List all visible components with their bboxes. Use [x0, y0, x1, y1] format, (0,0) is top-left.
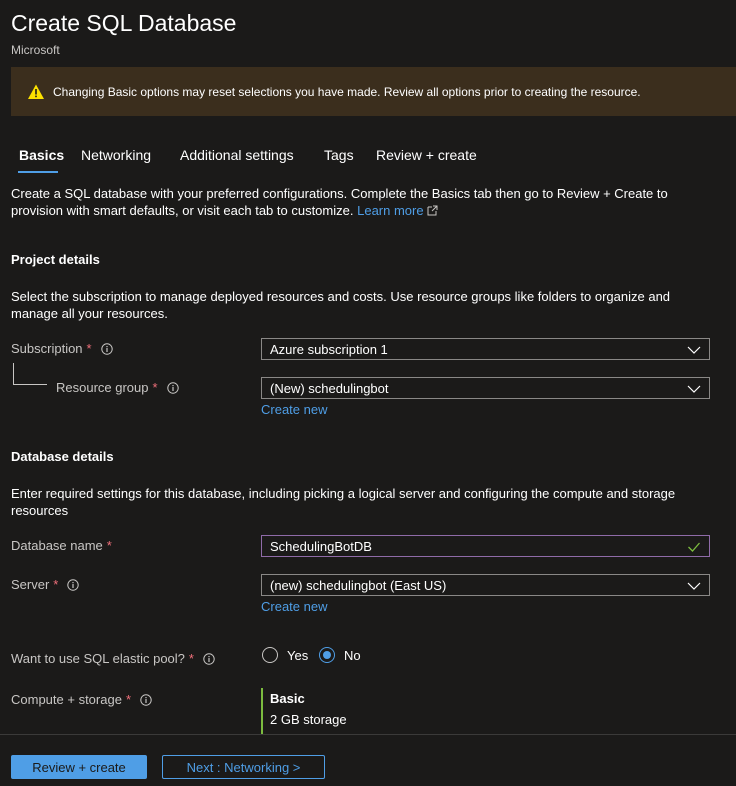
checkmark-icon — [687, 540, 701, 554]
server-dropdown[interactable]: (new) schedulingbot (East US) — [261, 574, 710, 596]
required-marker: * — [86, 341, 92, 356]
radio-no-label: No — [344, 647, 361, 663]
database-details-title: Database details — [11, 449, 114, 464]
compute-storage-label: Compute + storage * — [11, 692, 152, 707]
page-subtitle: Microsoft — [11, 43, 60, 57]
database-details-description: Enter required settings for this databas… — [11, 486, 676, 518]
footer-divider — [0, 734, 736, 735]
elastic-pool-label-text: Want to use SQL elastic pool? — [11, 651, 185, 666]
tree-connector-horizontal — [13, 384, 47, 385]
chevron-down-icon — [687, 579, 701, 593]
required-marker: * — [152, 380, 158, 395]
radio-button[interactable] — [262, 647, 278, 663]
info-icon[interactable] — [100, 342, 113, 355]
resource-group-create-new-link[interactable]: Create new — [261, 402, 327, 417]
intro-description: Create a SQL database with your preferre… — [11, 186, 668, 218]
chevron-down-icon — [687, 343, 701, 357]
tab-basics[interactable]: Basics — [19, 147, 64, 163]
review-create-button[interactable]: Review + create — [11, 755, 147, 779]
active-tab-indicator — [18, 171, 58, 173]
subscription-label-text: Subscription — [11, 341, 83, 356]
tab-tags[interactable]: Tags — [324, 147, 354, 163]
compute-indicator-bar — [261, 688, 263, 734]
compute-storage-label-text: Compute + storage — [11, 692, 122, 707]
required-marker: * — [125, 692, 131, 707]
subscription-label: Subscription * — [11, 341, 113, 356]
required-marker: * — [53, 577, 59, 592]
project-details-title: Project details — [11, 252, 100, 267]
compute-tier: Basic — [270, 691, 305, 706]
tab-networking[interactable]: Networking — [81, 147, 151, 163]
info-icon[interactable] — [67, 578, 80, 591]
database-name-label: Database name * — [11, 538, 112, 553]
resource-group-label-text: Resource group — [56, 380, 149, 395]
elastic-pool-radio-no[interactable]: No — [319, 647, 361, 663]
learn-more-link[interactable]: Learn more — [357, 203, 423, 218]
server-value: (new) schedulingbot (East US) — [270, 577, 447, 593]
chevron-down-icon — [687, 382, 701, 396]
page-title: Create SQL Database — [11, 10, 237, 36]
next-networking-button[interactable]: Next : Networking > — [162, 755, 325, 779]
resource-group-label: Resource group * — [56, 380, 179, 395]
server-label: Server * — [11, 577, 80, 592]
tab-additional-settings[interactable]: Additional settings — [180, 147, 294, 163]
info-icon[interactable] — [166, 381, 179, 394]
elastic-pool-radio-yes[interactable]: Yes — [262, 647, 308, 663]
project-details-description: Select the subscription to manage deploy… — [11, 289, 671, 321]
required-marker: * — [188, 651, 194, 666]
intro-text: Create a SQL database with your preferre… — [11, 185, 711, 219]
elastic-pool-label: Want to use SQL elastic pool? * — [11, 651, 215, 666]
subscription-dropdown[interactable]: Azure subscription 1 — [261, 338, 710, 360]
tree-connector-vertical — [13, 363, 14, 385]
resource-group-value: (New) schedulingbot — [270, 380, 389, 396]
radio-button-selected[interactable] — [319, 647, 335, 663]
server-create-new-link[interactable]: Create new — [261, 599, 327, 614]
external-link-icon — [427, 203, 438, 218]
warning-banner: Changing Basic options may reset selecti… — [11, 67, 736, 116]
required-marker: * — [106, 538, 112, 553]
tab-review-create[interactable]: Review + create — [376, 147, 477, 163]
resource-group-dropdown[interactable]: (New) schedulingbot — [261, 377, 710, 399]
radio-yes-label: Yes — [287, 647, 309, 663]
database-name-value: SchedulingBotDB — [270, 538, 372, 554]
info-icon[interactable] — [140, 693, 152, 706]
warning-text: Changing Basic options may reset selecti… — [53, 84, 641, 99]
info-icon[interactable] — [203, 652, 215, 665]
database-name-input[interactable]: SchedulingBotDB — [261, 535, 710, 557]
subscription-value: Azure subscription 1 — [270, 341, 388, 357]
server-label-text: Server — [11, 577, 50, 592]
warning-icon — [27, 83, 45, 101]
database-name-label-text: Database name — [11, 538, 103, 553]
compute-storage-size: 2 GB storage — [270, 712, 347, 727]
